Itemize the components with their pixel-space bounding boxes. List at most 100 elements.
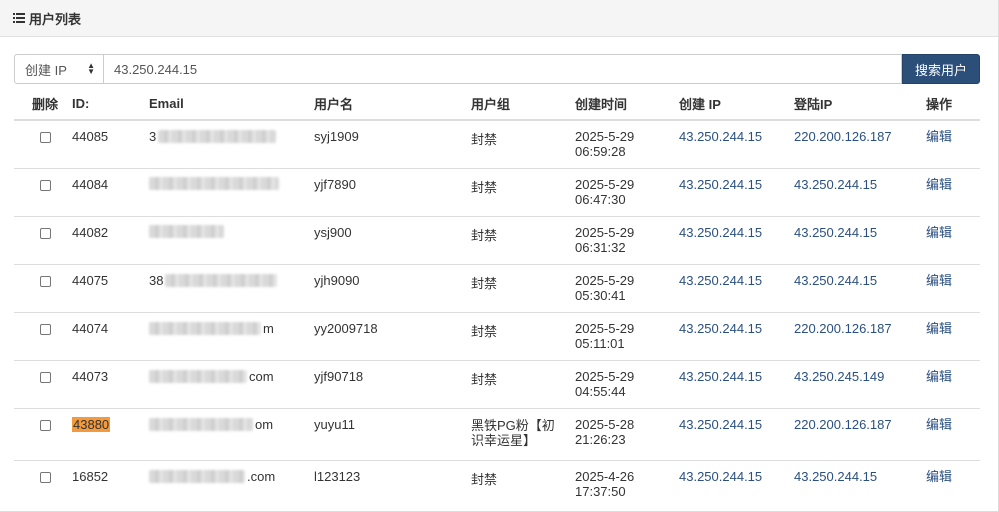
user-table: 删除 ID: Email 用户名 用户组 创建时间 创建 IP 登陆IP 操作 …: [14, 88, 980, 508]
col-header-created-time: 创建时间: [575, 88, 679, 121]
login-ip-link[interactable]: 43.250.244.15: [794, 225, 877, 240]
edit-link[interactable]: 编辑: [926, 469, 952, 484]
list-icon: [13, 13, 25, 23]
user-group: 封禁: [471, 359, 575, 408]
col-header-email: Email: [149, 88, 314, 121]
edit-link[interactable]: 编辑: [926, 369, 952, 384]
search-field-select[interactable]: 创建 IP ▲ ▼: [14, 54, 104, 84]
col-header-action: 操作: [926, 88, 980, 121]
email-suffix: .com: [247, 468, 276, 484]
email-redacted: [158, 130, 277, 143]
delete-checkbox[interactable]: [40, 419, 51, 431]
user-group: 封禁: [471, 167, 575, 216]
email-suffix: om: [255, 416, 274, 432]
login-ip-link[interactable]: 43.250.244.15: [794, 177, 877, 192]
created-date: 2025-5-29: [575, 224, 635, 240]
user-group: 封禁: [471, 119, 575, 168]
edit-link[interactable]: 编辑: [926, 177, 952, 192]
email-redacted: [165, 273, 278, 287]
email-cell: [149, 176, 314, 190]
login-ip-link[interactable]: 43.250.244.15: [794, 469, 877, 484]
email-cell: 3: [149, 129, 314, 144]
edit-link[interactable]: 编辑: [926, 417, 952, 432]
created-clock: 06:59:28: [575, 144, 626, 159]
created-time: 2025-5-29 06:31:32: [575, 215, 679, 264]
created-clock: 05:30:41: [575, 287, 626, 303]
create-ip-link[interactable]: 43.250.244.15: [679, 321, 762, 336]
email-redacted: [149, 321, 261, 335]
created-time: 2025-5-28 21:26:23: [575, 407, 679, 460]
delete-checkbox[interactable]: [40, 323, 51, 335]
email-suffix: m: [263, 320, 274, 336]
email-redacted: [149, 369, 247, 383]
table-row: 44074 m yy2009718 封禁 2025-5-29 05:11:01 4…: [14, 311, 980, 360]
edit-link[interactable]: 编辑: [926, 273, 952, 288]
login-ip-link[interactable]: 220.200.126.187: [794, 321, 892, 336]
create-ip-link[interactable]: 43.250.244.15: [679, 417, 762, 432]
search-input[interactable]: [104, 54, 902, 84]
create-ip-link[interactable]: 43.250.244.15: [679, 129, 762, 144]
delete-checkbox[interactable]: [40, 132, 51, 143]
email-visible: 3: [149, 129, 157, 144]
created-clock: 21:26:23: [575, 431, 626, 447]
search-users-button[interactable]: 搜索用户: [902, 54, 980, 84]
created-time: 2025-5-29 05:11:01: [575, 311, 679, 360]
delete-checkbox[interactable]: [40, 227, 51, 239]
created-time: 2025-5-29 06:59:28: [575, 119, 679, 168]
delete-checkbox[interactable]: [40, 371, 51, 383]
col-header-id: ID:: [72, 88, 149, 121]
username: yjf7890: [314, 167, 471, 216]
delete-checkbox[interactable]: [40, 275, 51, 287]
page-title: 用户列表: [29, 11, 82, 27]
create-ip-link[interactable]: 43.250.244.15: [679, 369, 762, 384]
create-ip-link[interactable]: 43.250.244.15: [679, 273, 762, 288]
created-time: 2025-4-26 17:37:50: [575, 459, 679, 508]
delete-checkbox[interactable]: [40, 471, 51, 483]
table-row: 44085 3 syj1909 封禁 2025-5-29 06:59:28 43.…: [14, 119, 980, 168]
login-ip-link[interactable]: 43.250.245.149: [794, 369, 884, 384]
username: l123123: [314, 459, 471, 508]
created-date: 2025-5-28: [575, 416, 635, 432]
created-clock: 06:31:32: [575, 239, 626, 255]
login-ip-link[interactable]: 43.250.244.15: [794, 273, 877, 288]
created-clock: 05:11:01: [575, 335, 625, 351]
create-ip-link[interactable]: 43.250.244.15: [679, 469, 762, 484]
user-id: 44073: [72, 359, 149, 408]
search-field-select-value: 创建 IP: [25, 62, 67, 78]
email-redacted: [149, 417, 253, 431]
create-ip-link[interactable]: 43.250.244.15: [679, 177, 762, 192]
table-row: 44082 ysj900 封禁 2025-5-29 06:31:32 43.250…: [14, 215, 980, 264]
user-list-panel: 用户列表 创建 IP ▲▼ 搜索用户 删除 ID: Email 用户名 用户组 …: [0, 0, 999, 512]
username: yjh9090: [314, 263, 471, 312]
search-bar: 创建 IP ▲▼ 搜索用户: [14, 54, 980, 84]
username: yy2009718: [314, 311, 471, 360]
created-clock: 04:55:44: [575, 383, 626, 399]
panel-heading: 用户列表: [0, 0, 998, 37]
user-id: 44084: [72, 167, 149, 216]
user-group: 黑铁PG粉【初识幸运星】: [471, 407, 575, 460]
email-cell: .com: [149, 469, 314, 484]
created-time: 2025-5-29 05:30:41: [575, 263, 679, 312]
col-header-login-ip: 登陆IP: [794, 88, 926, 121]
login-ip-link[interactable]: 220.200.126.187: [794, 417, 892, 432]
email-redacted: [149, 224, 224, 238]
username: yjf90718: [314, 359, 471, 408]
create-ip-link[interactable]: 43.250.244.15: [679, 225, 762, 240]
username: syj1909: [314, 119, 471, 168]
email-visible: 38: [149, 272, 164, 288]
email-redacted: [149, 176, 279, 190]
email-cell: [149, 224, 314, 238]
created-date: 2025-5-29: [575, 129, 635, 144]
edit-link[interactable]: 编辑: [926, 129, 952, 144]
email-cell: om: [149, 417, 314, 432]
edit-link[interactable]: 编辑: [926, 225, 952, 240]
email-cell: com: [149, 369, 314, 384]
user-group: 封禁: [471, 263, 575, 312]
delete-checkbox[interactable]: [40, 179, 51, 191]
login-ip-link[interactable]: 220.200.126.187: [794, 129, 892, 144]
user-group: 封禁: [471, 311, 575, 360]
edit-link[interactable]: 编辑: [926, 321, 952, 336]
created-clock: 17:37:50: [575, 483, 626, 499]
created-date: 2025-5-29: [575, 320, 635, 336]
col-header-username: 用户名: [314, 88, 471, 121]
